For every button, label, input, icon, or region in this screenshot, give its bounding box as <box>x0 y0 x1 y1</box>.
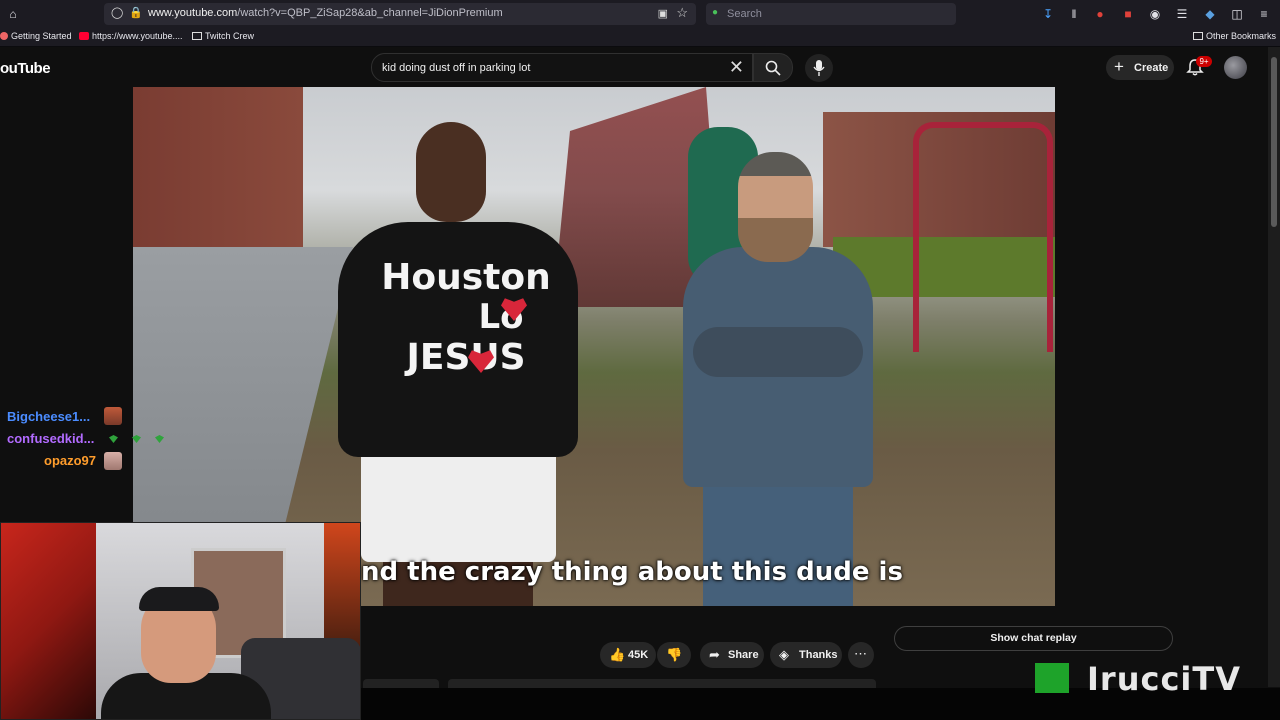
more-icon: ⋯ <box>854 646 867 661</box>
show-chat-replay-button[interactable]: Show chat replay <box>894 626 1173 651</box>
extension-icon[interactable]: ● <box>1092 6 1108 22</box>
chat-username: confusedkid... <box>7 431 95 446</box>
clear-search-icon[interactable]: ✕ <box>729 57 744 78</box>
page-scrollbar[interactable] <box>1268 47 1280 687</box>
firefox-icon <box>0 32 8 40</box>
lock-icon[interactable]: 🔒 <box>129 6 143 19</box>
video-person-left-shorts <box>361 442 556 562</box>
gem-badge-icon <box>109 435 118 443</box>
dislike-button[interactable]: 👎 <box>657 642 691 668</box>
extensions-puzzle-icon[interactable]: ◫ <box>1229 6 1245 22</box>
voice-search-button[interactable] <box>805 54 833 82</box>
shirt-lettering: Houston Lo JESUS <box>381 257 551 379</box>
scrollbar-thumb[interactable] <box>1271 57 1277 227</box>
youtube-logo[interactable]: ouTube <box>0 60 51 77</box>
video-scene-swingset <box>913 122 1053 352</box>
account-icon[interactable]: ◉ <box>1147 6 1163 22</box>
user-avatar[interactable] <box>1224 56 1247 79</box>
download-icon[interactable]: ↧ <box>1040 6 1056 22</box>
youtube-icon <box>79 32 89 40</box>
browser-search-box[interactable]: ● Search <box>706 3 956 25</box>
search-icon <box>765 60 781 76</box>
chat-username: Bigcheese1... <box>7 409 91 424</box>
create-button[interactable]: + Create <box>1106 55 1174 80</box>
webcam-palm-wall <box>1 523 96 719</box>
browser-search-placeholder: Search <box>727 8 762 20</box>
picture-in-picture-icon[interactable]: ▣ <box>658 7 668 20</box>
like-button[interactable]: 👍 45K <box>600 642 656 668</box>
address-bar[interactable]: ◯ 🔒 www.youtube.com/watch?v=QBP_ZiSap28&… <box>104 3 696 25</box>
bookmark-twitch-crew[interactable]: Twitch Crew <box>192 31 254 41</box>
browser-toolbar: ⌂ ◯ 🔒 www.youtube.com/watch?v=QBP_ZiSap2… <box>0 0 1280 28</box>
shield-icon[interactable]: ◯ <box>111 6 123 19</box>
comment-box-partial <box>363 679 439 688</box>
container-icon[interactable]: ◆ <box>1202 6 1218 22</box>
streamer-webcam <box>0 522 361 720</box>
description-partial <box>448 679 876 688</box>
bookmark-youtube[interactable]: https://www.youtube.... <box>79 31 183 41</box>
search-engine-icon: ● <box>712 7 719 18</box>
share-arrow-icon: ➦ <box>709 647 720 662</box>
bookmarks-bar: Getting Started https://www.youtube.... … <box>0 28 1280 47</box>
url-text: www.youtube.com/watch?v=QBP_ZiSap28&ab_c… <box>148 7 503 19</box>
chat-username: opazo97 <box>44 453 97 468</box>
video-person-left-head <box>416 122 486 222</box>
thanks-label: Thanks <box>799 649 838 661</box>
youtube-header: ouTube kid doing dust off in parking lot… <box>0 47 1268 87</box>
plus-icon: + <box>1114 57 1124 76</box>
share-label: Share <box>728 649 759 661</box>
bookmark-getting-started[interactable]: Getting Started <box>0 31 72 41</box>
thumbs-up-icon: 👍 <box>609 647 626 662</box>
star-icon[interactable]: ☆ <box>676 5 688 21</box>
search-button[interactable] <box>753 53 793 82</box>
chat-emote <box>104 452 122 470</box>
search-input[interactable]: kid doing dust off in parking lot ✕ <box>371 53 753 82</box>
library-icon[interactable]: ‖ <box>1066 6 1082 22</box>
search-query: kid doing dust off in parking lot <box>382 62 531 74</box>
other-bookmarks[interactable]: Other Bookmarks <box>1193 31 1276 41</box>
like-count: 45K <box>628 649 649 661</box>
thumbs-down-icon: 👎 <box>666 647 683 662</box>
shirt-line-3: JESUS <box>406 337 526 379</box>
video-scene-building-left <box>133 87 303 247</box>
webcam-person-hair <box>139 587 219 611</box>
more-actions-button[interactable]: ⋯ <box>848 642 874 668</box>
watermark-logo-icon <box>1035 663 1069 693</box>
folder-icon <box>192 32 202 40</box>
shirt-line-1: Houston <box>381 257 551 298</box>
video-caption: nd the crazy thing about this dude is <box>361 557 903 587</box>
microphone-icon <box>813 60 825 76</box>
notification-count-badge: 9+ <box>1196 56 1212 67</box>
extension-badge-icon[interactable]: ■ <box>1120 6 1136 22</box>
shirt-line-2: Lo <box>478 297 524 338</box>
video-person-right-jeans <box>703 482 853 606</box>
home-icon[interactable]: ⌂ <box>5 6 21 22</box>
folder-icon <box>1193 32 1203 40</box>
library-shelf-icon[interactable]: ☰ <box>1174 6 1190 22</box>
thanks-icon: ◈ <box>779 647 789 662</box>
thanks-button[interactable]: ◈ Thanks <box>770 642 842 668</box>
video-person-right-arms <box>693 327 863 377</box>
menu-icon[interactable]: ≡ <box>1256 6 1272 22</box>
share-button[interactable]: ➦ Share <box>700 642 764 668</box>
watermark-text: IrucciTV <box>1087 660 1241 698</box>
chat-emote <box>104 407 122 425</box>
create-label: Create <box>1134 62 1169 74</box>
video-person-right-head <box>738 152 813 262</box>
